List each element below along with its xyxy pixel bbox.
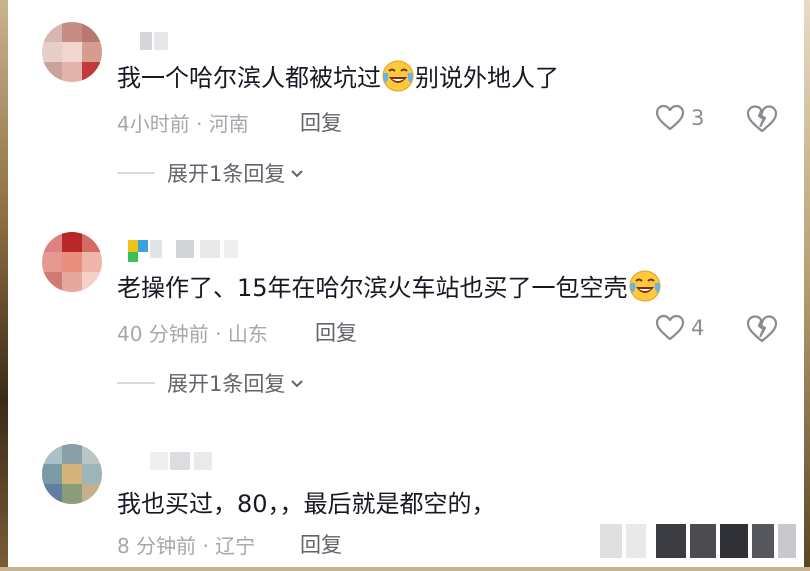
divider-line (117, 382, 155, 384)
comment-meta: 40 分钟前 · 山东 (117, 322, 268, 346)
background-frame-bottom (0, 567, 810, 571)
reply-button[interactable]: 回复 (300, 529, 342, 559)
comment-text-part: 我一个哈尔滨人都被坑过 (117, 64, 381, 92)
comment-text: 我也买过，80，，最后就是都空的， (117, 484, 496, 519)
divider-line (117, 172, 155, 174)
broken-heart-icon[interactable] (746, 104, 778, 134)
expand-replies-button[interactable]: 展开1条回复 (117, 368, 305, 398)
reply-button[interactable]: 回复 (300, 107, 342, 137)
expand-replies-button[interactable]: 展开1条回复 (117, 158, 305, 188)
comment-text-part: 别说外地人了 (415, 64, 559, 92)
expand-replies-label: 展开1条回复 (167, 372, 286, 396)
broken-heart-icon[interactable] (746, 314, 778, 344)
background-frame-right (804, 0, 810, 571)
heart-icon (655, 104, 685, 131)
avatar[interactable] (42, 22, 102, 82)
username-blurred-second-row (128, 252, 150, 262)
laughing-crying-emoji-icon (629, 270, 661, 302)
username-blurred[interactable] (150, 452, 212, 470)
comment-text-part: 老操作了、15年在哈尔滨火车站也买了一包空壳 (117, 274, 628, 302)
like-count: 3 (691, 106, 705, 130)
username-blurred[interactable] (140, 32, 168, 50)
like-count: 4 (691, 316, 705, 340)
chevron-down-icon (291, 380, 304, 388)
avatar[interactable] (42, 444, 102, 504)
reply-button[interactable]: 回复 (315, 317, 357, 347)
heart-icon (655, 314, 685, 341)
like-button[interactable]: 3 (655, 104, 704, 132)
laughing-crying-emoji-icon (382, 60, 414, 92)
chevron-down-icon (291, 170, 304, 178)
comment-meta: 8 分钟前 · 辽宁 (117, 534, 256, 558)
avatar[interactable] (42, 232, 102, 292)
comment-text: 老操作了、15年在哈尔滨火车站也买了一包空壳 (117, 268, 662, 303)
watermark-blurred (600, 524, 800, 558)
comment-meta: 4小时前 · 河南 (117, 112, 249, 136)
comment-text: 我一个哈尔滨人都被坑过 别说外地人了 (117, 58, 559, 93)
like-button[interactable]: 4 (655, 314, 704, 342)
background-frame-left (0, 0, 8, 571)
expand-replies-label: 展开1条回复 (167, 162, 286, 186)
comment-text-part: 我也买过，80，，最后就是都空的， (117, 490, 496, 518)
